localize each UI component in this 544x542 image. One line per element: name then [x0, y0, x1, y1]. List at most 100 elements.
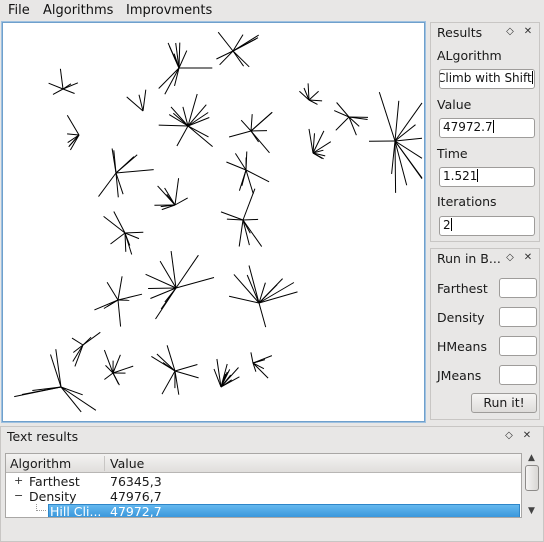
cluster-edge — [117, 293, 143, 301]
scroll-down-icon[interactable]: ▼ — [526, 506, 537, 516]
time-field[interactable]: 1.521 — [439, 167, 535, 187]
cluster-edge — [103, 349, 114, 374]
iterations-field[interactable]: 2 — [439, 216, 535, 236]
cluster-edge — [48, 82, 64, 90]
collapse-icon[interactable]: − — [14, 489, 24, 502]
row-value: 76345,3 — [110, 474, 162, 489]
tree-row-selected[interactable]: Hill Cli... 47972,7 — [6, 504, 521, 517]
cluster-edge — [110, 232, 126, 245]
value-field-value: 47972.7 — [443, 120, 493, 134]
tree-row[interactable]: + Farthest 76345,3 — [6, 474, 521, 489]
scroll-handle[interactable] — [525, 465, 539, 491]
expand-icon[interactable]: + — [14, 474, 24, 487]
results-dock: Results ◇ ✕ ALgorithm Climb with Shift V… — [430, 22, 540, 242]
cluster-edge — [238, 219, 244, 247]
row-value: 47976,7 — [110, 489, 162, 504]
text-cursor — [492, 120, 494, 133]
hmeans-field[interactable] — [499, 336, 537, 356]
header-value[interactable]: Value — [110, 456, 144, 471]
cluster-edge — [62, 88, 75, 94]
text-cursor — [450, 218, 452, 231]
cluster-edge — [115, 169, 154, 174]
value-field[interactable]: 47972.7 — [439, 118, 535, 138]
results-close-icon[interactable]: ✕ — [522, 26, 534, 38]
iterations-label: Iterations — [437, 194, 497, 209]
cluster-edge — [187, 125, 209, 138]
tree-scrollbar[interactable]: ▲ ▼ — [523, 453, 540, 518]
algorithm-label: ALgorithm — [437, 48, 502, 63]
cluster-edge — [60, 386, 97, 411]
cluster-edge — [161, 370, 176, 395]
density-field[interactable] — [499, 307, 537, 327]
cluster-edge — [104, 372, 114, 380]
farthest-label: Farthest — [437, 281, 488, 296]
cluster-edge — [113, 211, 126, 234]
results-dock-title: Results — [437, 25, 483, 40]
scroll-up-icon[interactable]: ▲ — [526, 453, 537, 463]
text-results-close-icon[interactable]: ✕ — [521, 430, 533, 442]
algorithm-field[interactable]: Climb with Shift — [439, 69, 535, 89]
cluster-edge — [335, 116, 350, 131]
tree-header: Algorithm Value — [6, 454, 521, 473]
cluster-edge — [112, 372, 119, 385]
cluster-edge — [378, 91, 396, 142]
cluster-edge — [59, 68, 64, 90]
text-cursor — [477, 169, 479, 182]
cluster-edge — [308, 128, 314, 154]
cluster-edge — [242, 218, 259, 221]
cluster-edge — [67, 133, 80, 136]
cluster-edge — [174, 197, 188, 206]
farthest-field[interactable] — [499, 278, 537, 298]
cluster-edge — [187, 125, 213, 147]
cluster-edge — [232, 50, 245, 67]
cluster-edge — [55, 349, 62, 388]
cluster-edge — [242, 188, 256, 221]
cluster-edge — [174, 370, 180, 395]
cluster-edge — [50, 354, 62, 388]
cluster-edge — [71, 337, 84, 346]
cluster-edge — [66, 115, 80, 136]
header-separator — [104, 456, 105, 471]
tree-branch-line — [36, 504, 46, 511]
cluster-edge — [158, 124, 189, 127]
results-tree[interactable]: Algorithm Value + Farthest 76345,3 − Den… — [5, 453, 522, 518]
menu-algorithms[interactable]: Algorithms — [43, 3, 113, 18]
cluster-edge — [394, 140, 423, 179]
text-cursor — [531, 71, 533, 84]
cluster-edge — [232, 50, 250, 68]
cluster-edge — [174, 364, 198, 372]
cluster-edge — [52, 88, 64, 95]
cluster-edge — [241, 169, 247, 186]
cluster-edge — [394, 137, 423, 142]
cluster-edge — [220, 211, 244, 221]
menu-improvments[interactable]: Improvments — [126, 3, 212, 18]
cluster-edge — [242, 219, 251, 234]
jmeans-label: JMeans — [437, 368, 482, 383]
text-results-float-icon[interactable]: ◇ — [503, 430, 515, 442]
menu-file[interactable]: File — [8, 3, 30, 18]
cluster-edge — [232, 34, 259, 52]
text-results-title: Text results — [7, 429, 79, 444]
run-dock: Run in B... ◇ ✕ Farthest Density HMeans … — [430, 248, 540, 420]
row-algorithm: Farthest — [29, 474, 80, 489]
cluster-edge — [82, 336, 92, 346]
cluster-edge — [117, 276, 123, 301]
cluster-edge — [308, 90, 319, 101]
run-it-button[interactable]: Run it! — [471, 393, 537, 413]
run-dock-title: Run in B... — [437, 251, 501, 266]
tree-row[interactable]: − Density 47976,7 — [6, 489, 521, 504]
cluster-edge — [117, 299, 122, 327]
cluster-edge — [14, 386, 62, 398]
cluster-edge — [142, 89, 147, 112]
cluster-edge — [98, 172, 117, 197]
jmeans-field[interactable] — [499, 365, 537, 385]
cluster-edge — [106, 282, 119, 301]
results-float-icon[interactable]: ◇ — [504, 26, 516, 38]
value-label: Value — [437, 97, 472, 112]
header-algorithm[interactable]: Algorithm — [10, 456, 71, 471]
cluster-canvas[interactable] — [1, 21, 426, 423]
run-close-icon[interactable]: ✕ — [522, 252, 534, 264]
cluster-edge — [394, 100, 400, 142]
row-algorithm: Density — [29, 489, 77, 504]
run-float-icon[interactable]: ◇ — [504, 252, 516, 264]
